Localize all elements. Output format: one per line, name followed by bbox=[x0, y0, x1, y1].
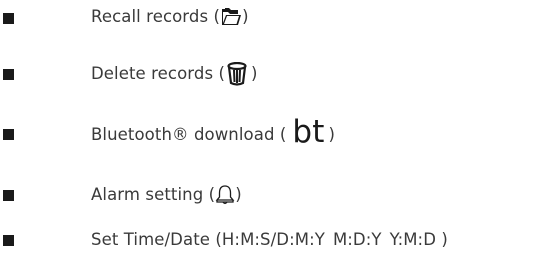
list-item-alarm-setting: Alarm setting ( ) bbox=[0, 181, 551, 211]
list-item-text: Alarm setting ( ) bbox=[91, 185, 242, 205]
list-item-close: ) bbox=[328, 125, 336, 144]
list-item-recall-records: Recall records ( ) bbox=[0, 2, 551, 32]
list-item-bluetooth-download: Bluetooth® download ( bt ) bbox=[0, 114, 551, 150]
list-item-text: Bluetooth® download ( bt ) bbox=[91, 114, 336, 150]
list-item-format-mdy: M:D:Y bbox=[332, 230, 382, 249]
list-item-text: Delete records ( ) bbox=[91, 62, 258, 86]
bullet-square bbox=[3, 190, 14, 201]
bullet-square bbox=[3, 13, 14, 24]
folder-open-icon bbox=[222, 8, 242, 25]
list-item-text: Recall records ( ) bbox=[91, 7, 249, 27]
list-item-label: Alarm setting ( bbox=[91, 185, 216, 204]
list-item-set-time-date: Set Time/Date (H:M:S/D:M:Y M:D:Y Y:M:D ) bbox=[0, 226, 551, 256]
list-item-label: Recall records ( bbox=[91, 7, 221, 26]
list-item-close: ) bbox=[251, 64, 258, 83]
bt-icon: bt bbox=[292, 114, 325, 150]
bullet-square bbox=[3, 129, 14, 140]
list-item-label: Set Time/Date (H:M:S/D:M:Y bbox=[91, 230, 325, 249]
list-item-close: ) bbox=[235, 185, 242, 204]
bullet-square bbox=[3, 235, 14, 246]
list-item-label: Bluetooth® download ( bbox=[91, 125, 287, 144]
bullet-square bbox=[3, 69, 14, 80]
bell-icon bbox=[215, 185, 235, 205]
list-item-delete-records: Delete records ( ) bbox=[0, 58, 551, 88]
list-item-label: Delete records ( bbox=[91, 64, 226, 83]
list-item-text: Set Time/Date (H:M:S/D:M:Y M:D:Y Y:M:D ) bbox=[91, 230, 448, 250]
trash-can-icon bbox=[227, 62, 247, 86]
list-item-close: ) bbox=[242, 7, 249, 26]
list-item-format-ymd: Y:M:D ) bbox=[389, 230, 448, 249]
feature-list: Recall records ( ) Delete records ( ) Bl… bbox=[0, 0, 551, 264]
